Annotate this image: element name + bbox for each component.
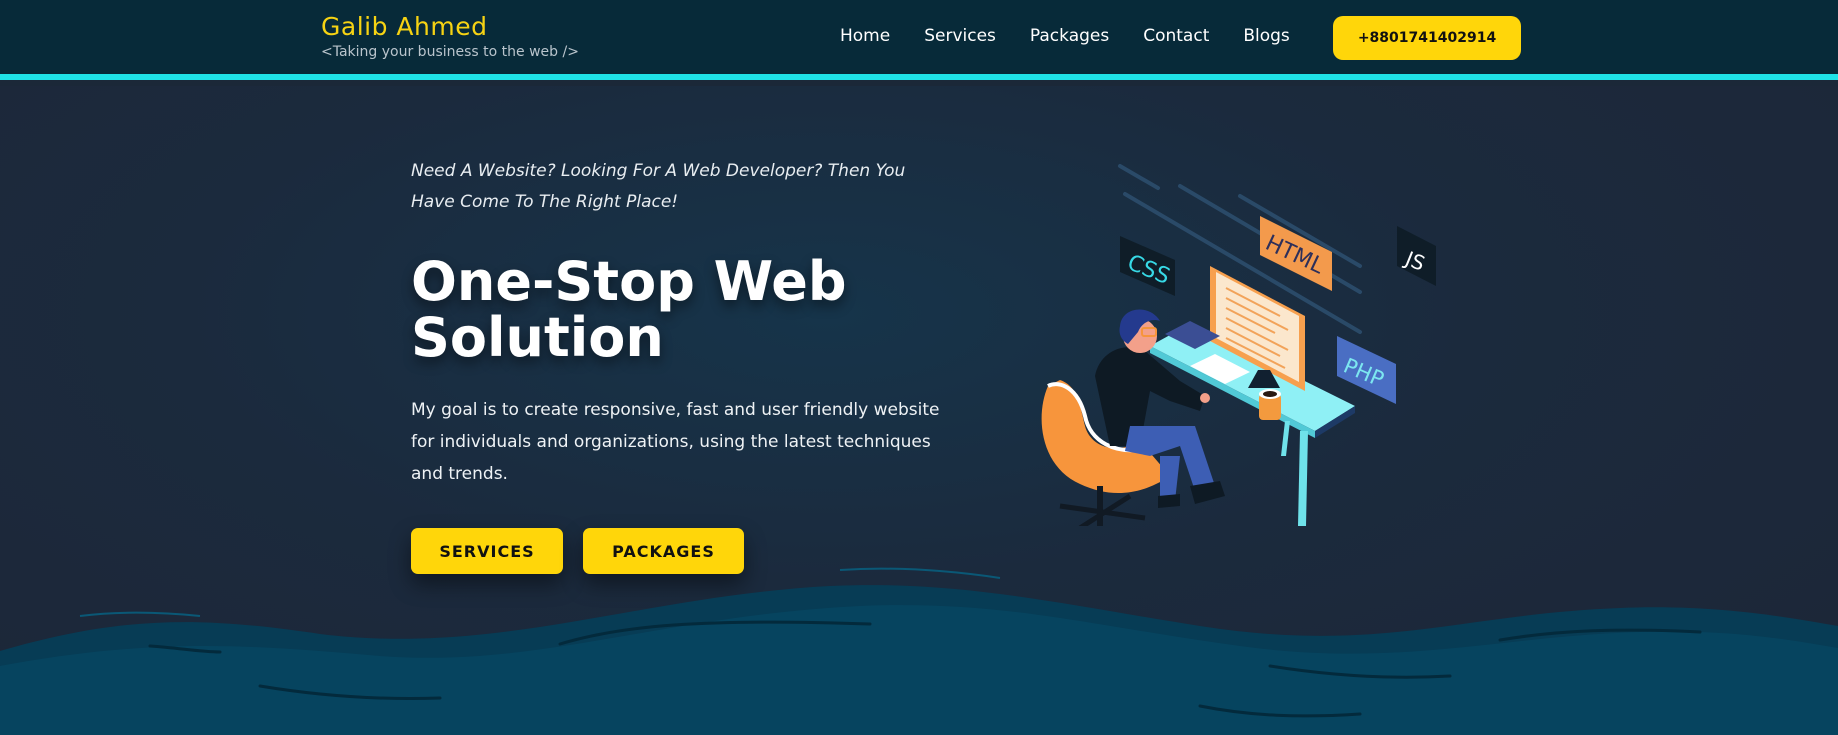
- hero-tagline: Need A Website? Looking For A Web Develo…: [411, 161, 906, 212]
- hero-description: My goal is to create responsive, fast an…: [411, 400, 940, 484]
- nav-services[interactable]: Services: [924, 26, 996, 46]
- nav-blogs[interactable]: Blogs: [1243, 26, 1289, 46]
- nav-contact[interactable]: Contact: [1143, 26, 1209, 46]
- brand-tagline: <Taking your business to the web />: [321, 44, 579, 60]
- nav-packages[interactable]: Packages: [1030, 26, 1109, 46]
- wave-decoration: [0, 567, 1838, 735]
- nav-home[interactable]: Home: [840, 26, 890, 46]
- developer-illustration: CSS HTML JS PHP: [1041, 164, 1436, 526]
- brand[interactable]: Galib Ahmed <Taking your business to the…: [321, 12, 579, 60]
- site-header: Galib Ahmed <Taking your business to the…: [0, 0, 1838, 80]
- php-tag: PHP: [1337, 336, 1396, 404]
- phone-button[interactable]: +8801741402914: [1333, 16, 1521, 60]
- brand-name[interactable]: Galib Ahmed: [321, 12, 579, 41]
- hero-section: Need A Website? Looking For A Web Develo…: [0, 86, 1838, 735]
- main-nav: Home Services Packages Contact Blogs: [840, 26, 1324, 46]
- css-tag: CSS: [1120, 236, 1175, 296]
- hero-headline: One-Stop Web Solution: [411, 250, 847, 369]
- coffee-cup: [1259, 389, 1281, 420]
- js-tag: JS: [1397, 226, 1436, 286]
